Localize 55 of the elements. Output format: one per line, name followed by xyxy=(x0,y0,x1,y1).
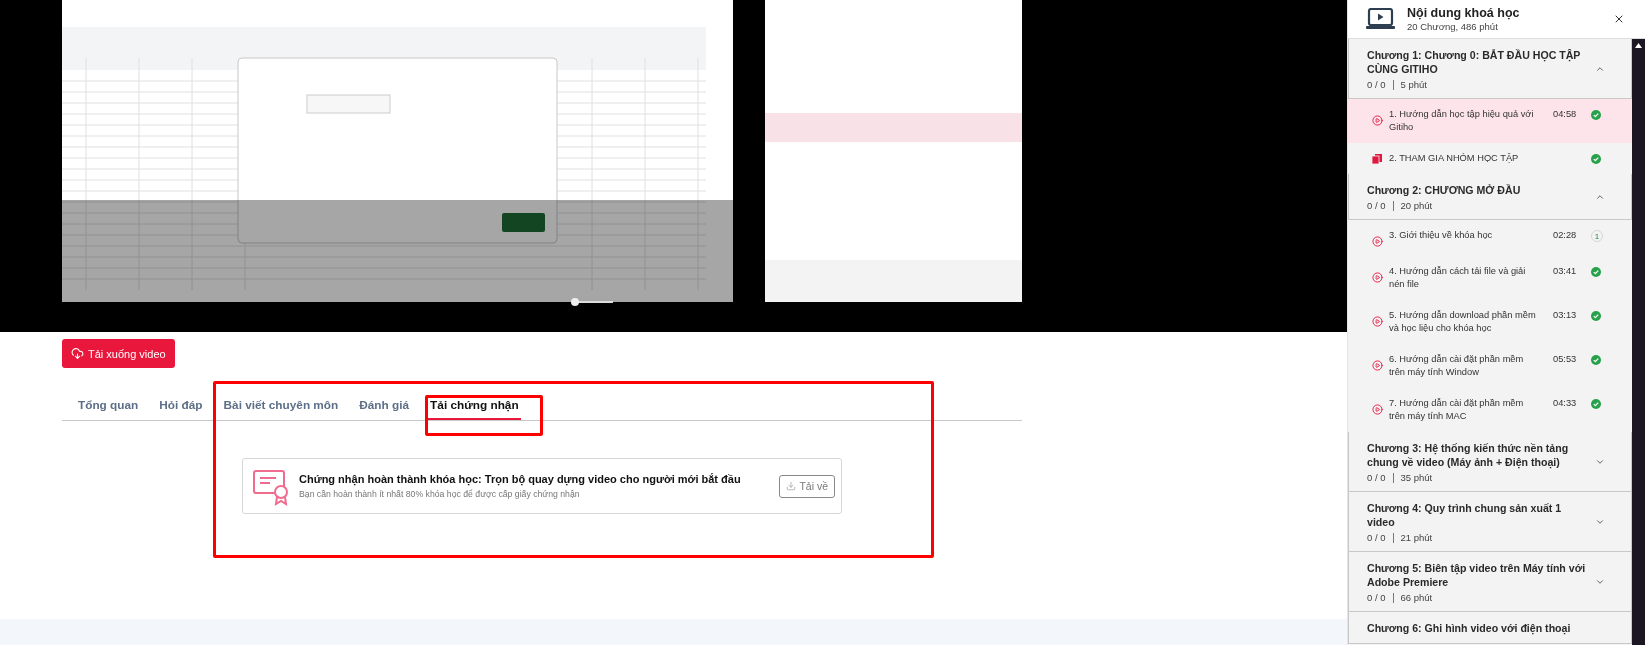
certificate-title: Chứng nhận hoàn thành khóa học: Trọn bộ quay dựng video cho người mới bắt đầu xyxy=(299,473,742,485)
lesson-title: 6. Hướng dẫn cài đặt phần mềm trên máy tính Window xyxy=(1389,353,1525,379)
lesson-item[interactable]: 2. THAM GIA NHÓM HỌC TẬP xyxy=(1348,143,1632,174)
lesson-title: 4. Hướng dẫn cách tải file và giải nén file xyxy=(1389,265,1527,291)
laptop-play-icon xyxy=(1366,8,1395,30)
chapter-duration: 66 phút xyxy=(1400,592,1433,603)
cloud-download-icon xyxy=(71,347,84,360)
tab[interactable]: Tổng quan xyxy=(76,394,141,420)
chapter-title: Chương 6: Ghi hình video với điện thoại xyxy=(1367,621,1572,635)
lesson-duration: 04:33 xyxy=(1553,397,1578,410)
close-icon[interactable] xyxy=(1613,13,1625,25)
chapter-title: Chương 4: Quy trình chung sản xuất 1 video xyxy=(1367,501,1563,529)
chapter-duration: 21 phút xyxy=(1400,532,1433,543)
lesson-title: 2. THAM GIA NHÓM HỌC TẬP xyxy=(1389,152,1520,165)
chapter-header[interactable]: Chương 6: Ghi hình video với điện thoại xyxy=(1348,612,1632,644)
tab[interactable]: Tải chứng nhận xyxy=(428,394,521,420)
play-icon xyxy=(1372,115,1383,126)
chapter-title: Chương 1: Chương 0: BẮT ĐẦU HỌC TẬP CÙNG GITIHO xyxy=(1367,48,1582,76)
play-icon xyxy=(1372,404,1383,415)
chapter-title: Chương 3: Hệ thống kiến thức nền tảng chung về video (Máy ảnh + Điện thoại) xyxy=(1367,441,1570,469)
lesson-item[interactable]: 3. Giới thiệu về khóa học 02:28 1 xyxy=(1348,220,1632,256)
lesson-title: 5. Hướng dẫn download phần mềm và học liệu cho khóa học xyxy=(1389,309,1537,335)
panel-title: Nội dung khoá học xyxy=(1407,6,1521,20)
scrollbar[interactable] xyxy=(1632,39,1645,645)
chapter-title: Chương 5: Biên tập video trên Máy tính với Adobe Premiere xyxy=(1367,561,1586,589)
lesson-title: 1. Hướng dẫn học tập hiệu quả với Gitiho xyxy=(1389,108,1535,134)
chapter-duration: 5 phút xyxy=(1400,79,1427,90)
lesson-item[interactable]: 7. Hướng dẫn cài đặt phần mềm trên máy tính MAC 04:33 xyxy=(1348,388,1632,432)
download-icon xyxy=(786,481,797,491)
lesson-item[interactable]: 1. Hướng dẫn học tập hiệu quả với Gitiho 04:58 xyxy=(1348,99,1632,143)
lesson-item[interactable]: 6. Hướng dẫn cài đặt phần mềm trên máy tính Window 05:53 xyxy=(1348,344,1632,388)
scroll-up-arrow-icon[interactable] xyxy=(1635,43,1642,48)
tab[interactable]: Hỏi đáp xyxy=(157,394,205,420)
lesson-title: 7. Hướng dẫn cài đặt phần mềm trên máy tính MAC xyxy=(1389,397,1525,423)
lesson-item[interactable]: 4. Hướng dẫn cách tải file và giải nén file 03:41 xyxy=(1348,256,1632,300)
tab[interactable]: Bài viết chuyên môn xyxy=(221,394,341,420)
play-icon xyxy=(1372,236,1383,247)
play-icon xyxy=(1372,272,1383,283)
play-icon xyxy=(1372,316,1383,327)
document-icon xyxy=(1372,154,1382,164)
panel-subtitle: 20 Chương, 486 phút xyxy=(1407,21,1499,32)
play-icon xyxy=(1372,360,1383,371)
chapter-title: Chương 2: CHƯƠNG MỞ ĐẦU xyxy=(1367,183,1522,197)
chapter-duration: 20 phút xyxy=(1400,200,1433,211)
lesson-duration: 04:58 xyxy=(1553,108,1578,121)
lesson-duration: 03:13 xyxy=(1553,309,1578,322)
lesson-item[interactable]: 5. Hướng dẫn download phần mềm và học liệu cho khóa học 03:13 xyxy=(1348,300,1632,344)
download-video-button[interactable]: Tải xuống video xyxy=(62,339,175,368)
lesson-title: 3. Giới thiệu về khóa học xyxy=(1389,229,1494,242)
certificate-note: Bạn cần hoàn thành ít nhất 80% khóa học để được cấp giấy chứng nhận xyxy=(299,489,581,499)
tab[interactable]: Đánh giá xyxy=(357,394,412,420)
lesson-duration: 03:41 xyxy=(1553,265,1578,278)
lesson-duration: 05:53 xyxy=(1553,353,1578,366)
chapter-duration: 35 phút xyxy=(1400,472,1433,483)
lesson-duration: 02:28 xyxy=(1553,229,1578,242)
